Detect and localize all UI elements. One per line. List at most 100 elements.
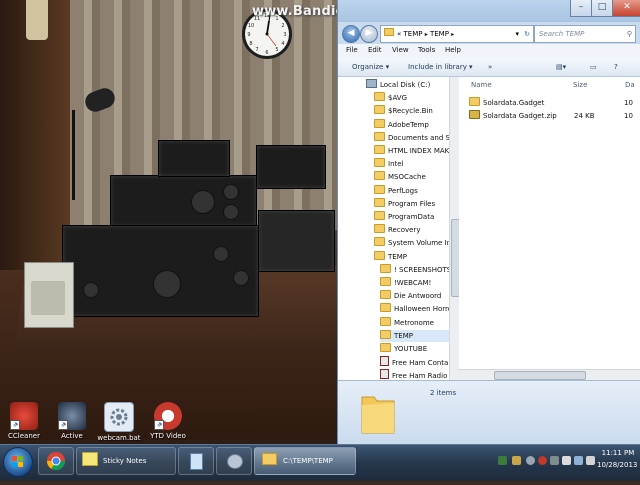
help-icon[interactable]: ? bbox=[614, 63, 618, 71]
clock-time[interactable]: 11:11 PM bbox=[600, 449, 636, 457]
document-icon bbox=[380, 369, 389, 380]
tree-item[interactable]: Free Ham Conta bbox=[380, 356, 458, 368]
refresh-icon[interactable]: ↻ bbox=[524, 26, 530, 42]
address-row: ◀ ▶ « TEMP ▸ TEMP ▸ ▾ ↻ Search TEMP ⚲ bbox=[338, 22, 640, 44]
tree-item-label: YOUTUBE bbox=[394, 345, 428, 353]
navigation-pane[interactable]: Local Disk (C:) $AVG $Recycle.Bin AdobeTemp… bbox=[338, 77, 459, 380]
breadcrumb-temp-sub[interactable]: TEMP bbox=[430, 30, 449, 38]
folder-icon bbox=[374, 237, 385, 247]
tree-item-label: Free Ham Radio bbox=[392, 372, 448, 380]
organize-button[interactable]: Organize ▾ bbox=[352, 63, 389, 71]
file-row[interactable]: Solardata Gadget.zip 24 KB 10 bbox=[469, 110, 640, 122]
tree-item[interactable]: Intel bbox=[374, 158, 458, 170]
address-chevron[interactable]: « bbox=[397, 30, 401, 38]
desktop-icon-ytd-video[interactable]: ↗ YTD Video bbox=[146, 402, 190, 440]
network-icon[interactable] bbox=[574, 456, 583, 465]
taskbar-utility[interactable] bbox=[216, 447, 252, 475]
tree-item[interactable]: Metronome bbox=[380, 316, 458, 329]
folder-icon bbox=[374, 131, 385, 141]
tray-app-icon[interactable] bbox=[512, 456, 521, 465]
scroll-thumb[interactable] bbox=[494, 371, 586, 380]
tuner-box bbox=[256, 145, 326, 189]
svg-text:5: 5 bbox=[275, 47, 278, 53]
tree-item[interactable]: Recovery bbox=[374, 224, 458, 236]
show-hidden-icons[interactable] bbox=[562, 456, 571, 465]
breadcrumb-separator[interactable]: ▸ bbox=[425, 31, 428, 38]
more-commands-button[interactable]: » bbox=[488, 63, 492, 71]
tree-item[interactable]: !WEBCAM! bbox=[380, 277, 458, 289]
tree-item-label: TEMP bbox=[388, 252, 407, 261]
maximize-button[interactable]: □ bbox=[591, 0, 613, 17]
start-button[interactable] bbox=[3, 447, 33, 477]
minimize-button[interactable]: – bbox=[570, 0, 592, 17]
breadcrumb-separator[interactable]: ▸ bbox=[451, 31, 454, 38]
tree-item-label: System Volume Inf bbox=[388, 239, 454, 248]
file-horizontal-scrollbar[interactable] bbox=[458, 369, 640, 380]
search-icon[interactable]: ⚲ bbox=[627, 26, 632, 42]
tree-item[interactable]: Halloween Horro bbox=[380, 303, 458, 315]
tree-item-label: ProgramData bbox=[388, 213, 435, 221]
explorer-window[interactable]: – □ ✕ ◀ ▶ « TEMP ▸ TEMP ▸ ▾ ↻ Search TEM… bbox=[337, 0, 640, 445]
tree-item[interactable]: YOUTUBE bbox=[380, 343, 458, 355]
menu-edit[interactable]: Edit bbox=[368, 46, 382, 54]
tree-item[interactable]: MSOCache bbox=[374, 171, 458, 183]
svg-text:3: 3 bbox=[283, 32, 286, 38]
tree-item[interactable]: ! SCREENSHOTS bbox=[380, 263, 458, 276]
tree-item[interactable]: Free Ham Radio bbox=[380, 369, 458, 380]
file-list[interactable]: Name Size Da Solardata.Gadget 10 Solarda… bbox=[459, 77, 640, 369]
tree-item[interactable]: ProgramData bbox=[374, 211, 458, 223]
column-name[interactable]: Name bbox=[471, 81, 492, 89]
file-row[interactable]: Solardata.Gadget 10 bbox=[469, 97, 640, 109]
tree-item[interactable]: Documents and Se bbox=[374, 131, 458, 144]
desktop-icon-active[interactable]: ↗ Active bbox=[50, 402, 94, 440]
nav-vertical-scrollbar[interactable] bbox=[449, 77, 460, 380]
address-dropdown-icon[interactable]: ▾ bbox=[515, 26, 519, 42]
tree-item[interactable]: Die Antwoord bbox=[380, 290, 458, 302]
menu-file[interactable]: File bbox=[346, 46, 358, 54]
preview-pane-icon[interactable]: ▭ bbox=[590, 63, 597, 71]
tree-item[interactable]: Program Files bbox=[374, 197, 458, 210]
tree-item[interactable]: TEMP bbox=[374, 250, 458, 263]
view-options-icon[interactable]: ▤▾ bbox=[556, 63, 566, 71]
volume-icon[interactable] bbox=[586, 456, 595, 465]
record-icon[interactable] bbox=[538, 456, 547, 465]
svg-text:4: 4 bbox=[281, 41, 284, 47]
sticky-notes-icon bbox=[82, 452, 98, 466]
address-bar[interactable]: « TEMP ▸ TEMP ▸ ▾ ↻ bbox=[380, 25, 534, 43]
tree-item[interactable]: System Volume Inf bbox=[374, 237, 458, 249]
menu-view[interactable]: View bbox=[392, 46, 409, 54]
tree-item[interactable]: Local Disk (C:) bbox=[366, 79, 458, 91]
tree-item-label: Intel bbox=[388, 160, 404, 169]
tree-item[interactable]: TEMP bbox=[380, 329, 458, 342]
folder-icon bbox=[374, 211, 385, 220]
window-titlebar[interactable]: – □ ✕ bbox=[338, 0, 640, 22]
column-size[interactable]: Size bbox=[573, 81, 587, 89]
breadcrumb-temp[interactable]: TEMP bbox=[404, 30, 423, 38]
taskbar-notepad[interactable] bbox=[178, 447, 214, 475]
back-button[interactable]: ◀ bbox=[342, 25, 360, 43]
tree-item[interactable]: $AVG bbox=[374, 92, 458, 104]
tree-item[interactable]: AdobeTemp bbox=[374, 118, 458, 131]
taskbar-chrome[interactable] bbox=[38, 447, 74, 475]
folder-icon bbox=[374, 184, 385, 194]
menu-help[interactable]: Help bbox=[445, 46, 461, 54]
avg-icon[interactable] bbox=[498, 456, 507, 465]
column-date[interactable]: Da bbox=[625, 81, 635, 89]
desktop-icon-webcam-bat[interactable]: webcam.bat bbox=[97, 402, 141, 442]
tray-app-icon[interactable] bbox=[550, 456, 559, 465]
tree-item[interactable]: $Recycle.Bin bbox=[374, 105, 458, 117]
forward-button[interactable]: ▶ bbox=[360, 25, 378, 43]
close-button[interactable]: ✕ bbox=[612, 0, 640, 17]
tray-app-icon[interactable] bbox=[526, 456, 535, 465]
taskbar-explorer-temp[interactable]: C:\TEMP\TEMP bbox=[254, 447, 356, 475]
search-input[interactable]: Search TEMP ⚲ bbox=[534, 25, 636, 43]
menu-tools[interactable]: Tools bbox=[418, 46, 435, 54]
desktop-icon-ccleaner[interactable]: ↗ CCleaner bbox=[2, 402, 46, 440]
folder-icon bbox=[361, 396, 395, 434]
tree-item-label: ! SCREENSHOTS bbox=[394, 265, 452, 274]
clock-date[interactable]: 10/28/2013 bbox=[597, 461, 637, 469]
tree-item[interactable]: PerfLogs bbox=[374, 184, 458, 197]
include-in-library-button[interactable]: Include in library ▾ bbox=[408, 63, 473, 71]
taskbar-sticky-notes[interactable]: Sticky Notes bbox=[76, 447, 176, 475]
tree-item[interactable]: HTML INDEX MAK bbox=[374, 145, 458, 157]
